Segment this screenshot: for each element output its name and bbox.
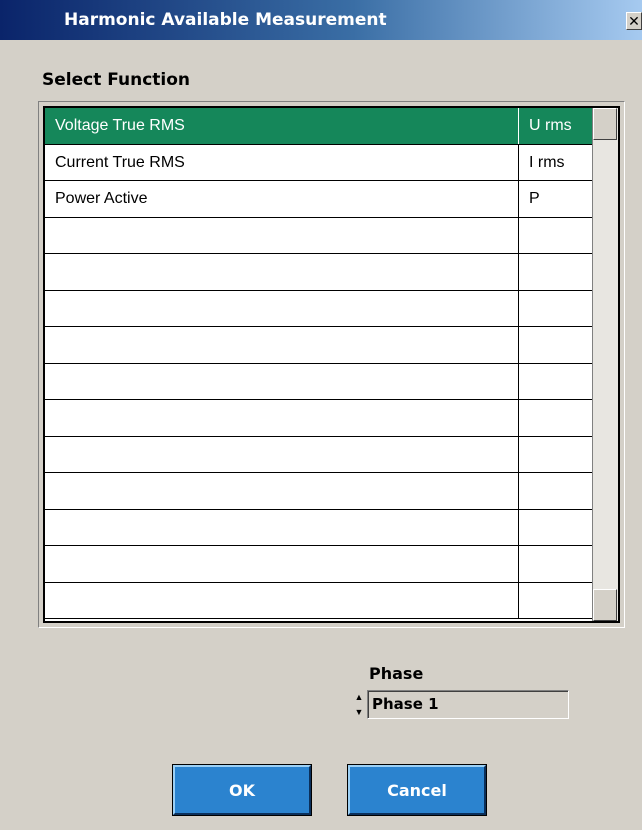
table-row[interactable]: Power Active P	[45, 181, 596, 218]
table-row[interactable]: Current True RMS I rms	[45, 144, 596, 181]
table-row[interactable]: Voltage True RMS U rms	[45, 108, 596, 145]
select-function-label: Select Function	[42, 70, 191, 90]
close-icon: ✕	[628, 13, 640, 29]
table-row[interactable]	[45, 546, 596, 583]
window-title: Harmonic Available Measurement	[64, 10, 387, 30]
close-button[interactable]: ✕	[626, 12, 642, 30]
function-name-cell	[45, 583, 518, 619]
function-abbr-cell	[518, 582, 596, 618]
function-abbr-cell: I rms	[518, 144, 596, 180]
table-row[interactable]	[45, 473, 596, 510]
function-abbr-cell	[518, 473, 596, 509]
function-abbr-cell	[518, 290, 596, 326]
phase-label: Phase	[369, 664, 424, 683]
function-abbr-cell: U rms	[518, 108, 596, 144]
scroll-down-button[interactable]	[593, 589, 617, 621]
harmonic-measurement-dialog: Harmonic Available Measurement ✕ Select …	[0, 0, 642, 830]
function-abbr-cell	[518, 436, 596, 472]
function-abbr-cell	[518, 254, 596, 290]
function-abbr-cell	[518, 363, 596, 399]
cancel-button[interactable]: Cancel	[348, 765, 486, 815]
function-abbr-cell: P	[518, 181, 596, 217]
table-row[interactable]	[45, 254, 596, 291]
table-row[interactable]	[45, 217, 596, 254]
function-list[interactable]: Power Active P Current True RMS I rms Voltag…	[43, 106, 620, 623]
list-scrollbar[interactable]	[592, 108, 618, 621]
function-name-cell	[45, 291, 518, 327]
function-abbr-cell	[518, 400, 596, 436]
scroll-up-button[interactable]	[593, 108, 617, 140]
table-row[interactable]	[45, 436, 596, 473]
table-row[interactable]	[45, 400, 596, 437]
function-name-cell	[45, 364, 518, 400]
function-name-cell	[45, 546, 518, 582]
ok-button[interactable]: OK	[173, 765, 311, 815]
function-name-cell: Power Active	[55, 190, 148, 207]
function-name-cell	[45, 218, 518, 254]
function-abbr-cell	[518, 327, 596, 363]
arrow-down-icon[interactable]: ▼	[353, 705, 365, 719]
table-row[interactable]	[45, 509, 596, 546]
table-row[interactable]	[45, 363, 596, 400]
function-abbr-cell	[518, 509, 596, 545]
function-name-cell	[45, 327, 518, 363]
phase-field[interactable]: Phase 1	[367, 690, 569, 719]
function-name-cell	[45, 437, 518, 473]
function-name-cell: Current True RMS	[55, 153, 185, 171]
table-row[interactable]	[45, 290, 596, 327]
function-list-frame: Power Active P Current True RMS I rms Voltag…	[38, 101, 625, 628]
function-abbr-cell	[518, 546, 596, 582]
function-name-cell	[45, 254, 518, 290]
title-bar[interactable]: Harmonic Available Measurement ✕	[0, 0, 642, 40]
arrow-up-icon[interactable]: ▲	[353, 690, 365, 704]
function-name-cell	[45, 400, 518, 436]
table-row[interactable]	[45, 582, 596, 619]
table-row[interactable]	[45, 327, 596, 364]
function-name-cell	[45, 510, 518, 546]
function-name-cell	[45, 473, 518, 509]
function-name-cell: Voltage True RMS	[45, 108, 518, 144]
function-abbr-cell	[518, 217, 596, 253]
phase-spinner[interactable]: ▲ ▼	[353, 690, 365, 720]
